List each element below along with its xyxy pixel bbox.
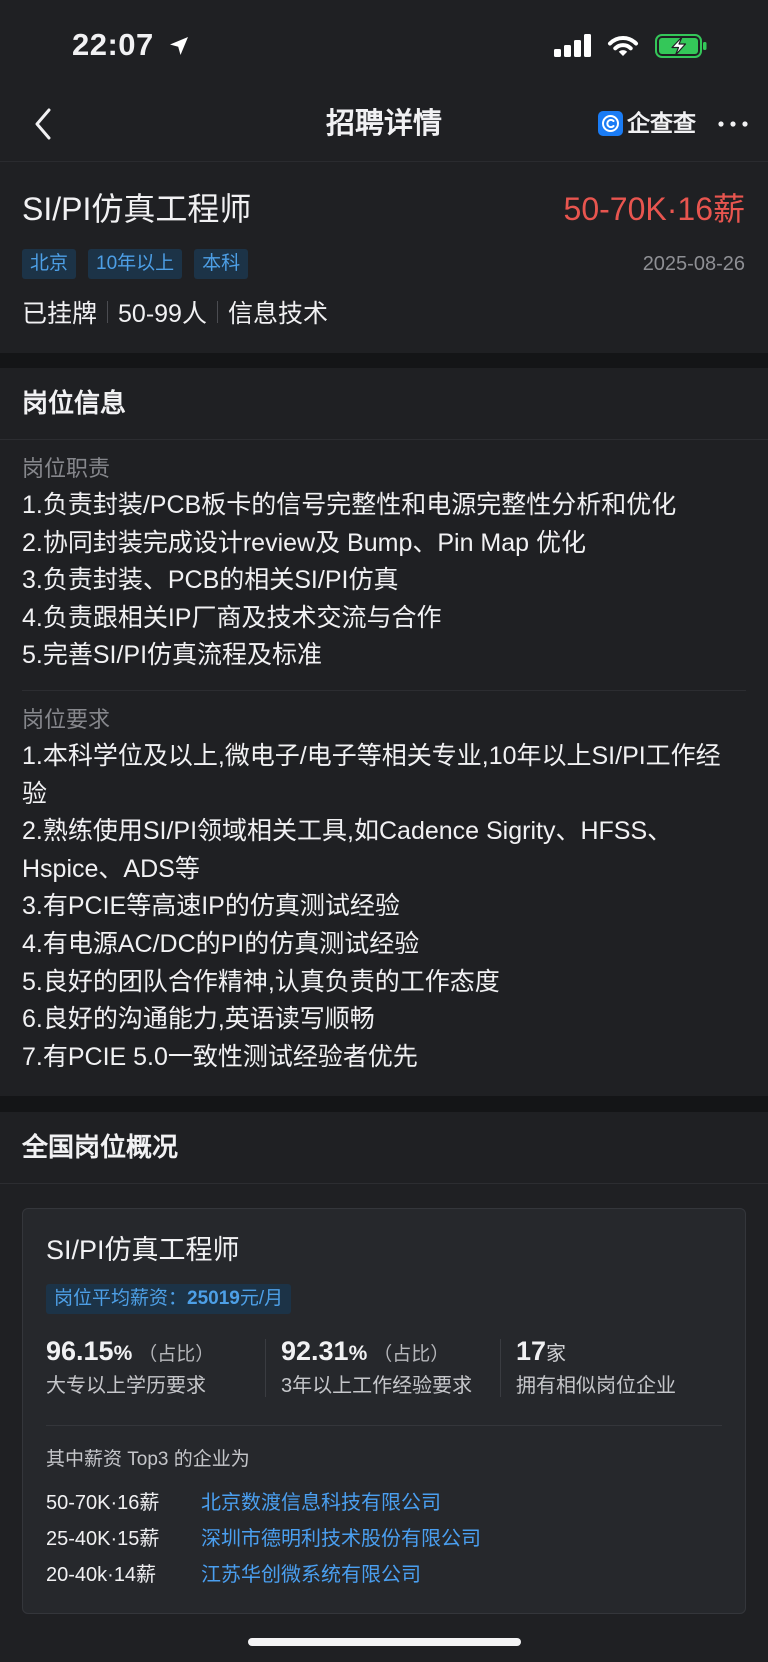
qichacha-logo-icon bbox=[598, 111, 623, 136]
stat-companies: 17家 拥有相似岗位企业 bbox=[516, 1333, 676, 1401]
nav-bar: 招聘详情 企查查 bbox=[0, 85, 768, 162]
avg-salary-value: 25019 bbox=[187, 1288, 240, 1310]
stat-education: 96.15% （占比） 大专以上学历要求 bbox=[46, 1333, 214, 1401]
section-heading-overview: 全国岗位概况 bbox=[0, 1112, 768, 1185]
duties-label: 岗位职责 bbox=[22, 456, 111, 481]
top-company-row: 25-40K·15薪 深圳市德明利技术股份有限公司 bbox=[46, 1521, 722, 1557]
separator bbox=[216, 301, 218, 323]
list-item: 6.良好的沟通能力,英语读写顺畅 bbox=[22, 1005, 375, 1034]
duties-block: 岗位职责 1.负责封装/PCB板卡的信号完整性和电源完整性分析和优化 2.协同封… bbox=[0, 440, 768, 690]
stat-divider bbox=[500, 1339, 501, 1398]
top3-label: 其中薪资 Top3 的企业为 bbox=[46, 1449, 250, 1471]
wifi-icon bbox=[608, 36, 638, 56]
section-heading-job-info: 岗位信息 bbox=[0, 368, 768, 440]
more-button[interactable] bbox=[716, 111, 750, 136]
section-gap bbox=[0, 1096, 768, 1113]
stat-desc: 大专以上学历要求 bbox=[46, 1375, 206, 1398]
list-item: 4.有电源AC/DC的PI的仿真测试经验 bbox=[22, 929, 420, 958]
more-dots-icon bbox=[718, 120, 748, 127]
list-item: 3.负责封装、PCB的相关SI/PI仿真 bbox=[22, 566, 399, 595]
company-info: 已挂牌 50-99人 信息技术 bbox=[22, 294, 745, 330]
separator bbox=[107, 301, 109, 323]
stat-note: （占比） bbox=[373, 1344, 450, 1366]
cellular-signal-icon bbox=[554, 34, 591, 57]
stat-value: 92.31 bbox=[281, 1336, 349, 1367]
stat-desc: 拥有相似岗位企业 bbox=[516, 1375, 676, 1398]
stat-note: （占比） bbox=[138, 1344, 215, 1366]
stat-experience: 92.31% （占比） 3年以上工作经验要求 bbox=[281, 1333, 472, 1401]
tag-education: 本科 bbox=[194, 249, 249, 279]
industry: 信息技术 bbox=[227, 300, 328, 328]
top-company-salary: 25-40K·15薪 bbox=[46, 1528, 160, 1551]
top-company-link[interactable]: 深圳市德明利技术股份有限公司 bbox=[201, 1521, 481, 1557]
status-time: 22:07 bbox=[72, 27, 154, 62]
tag-location: 北京 bbox=[22, 249, 77, 279]
list-item: 1.负责封装/PCB板卡的信号完整性和电源完整性分析和优化 bbox=[22, 491, 677, 519]
list-item: 3.有PCIE等高速IP的仿真测试经验 bbox=[22, 892, 400, 921]
list-item: 7.有PCIE 5.0一致性测试经验者优先 bbox=[22, 1042, 418, 1071]
brand-label: 企查查 bbox=[627, 110, 696, 136]
listing-status: 已挂牌 bbox=[22, 300, 98, 328]
company-size: 50-99人 bbox=[118, 300, 207, 328]
stat-unit: 家 bbox=[546, 1343, 567, 1366]
overview-card: SI/PI仿真工程师 岗位平均薪资：25019元/月 96.15% （占比） 大专… bbox=[22, 1208, 746, 1615]
stat-value: 96.15 bbox=[46, 1336, 114, 1367]
list-item: 5.完善SI/PI仿真流程及标准 bbox=[22, 641, 323, 670]
job-tags: 北京 10年以上 本科 bbox=[22, 249, 249, 279]
home-indicator[interactable] bbox=[248, 1638, 521, 1646]
avg-salary-unit: 元/月 bbox=[239, 1288, 284, 1310]
section-gap bbox=[0, 353, 768, 368]
job-header: SI/PI仿真工程师 50-70K·16薪 北京 10年以上 本科 2025-0… bbox=[0, 162, 768, 353]
stat-unit: % bbox=[348, 1342, 368, 1366]
card-title: SI/PI仿真工程师 bbox=[46, 1235, 240, 1266]
requirements-label: 岗位要求 bbox=[22, 706, 111, 732]
avg-salary-badge: 岗位平均薪资：25019元/月 bbox=[46, 1284, 292, 1315]
top-company-salary: 20-40k·14薪 bbox=[46, 1564, 157, 1587]
list-item: 2.协同封装完成设计review及 Bump、Pin Map 优化 bbox=[22, 528, 587, 557]
qichacha-link[interactable]: 企查查 bbox=[598, 111, 696, 136]
stat-divider bbox=[265, 1339, 266, 1398]
top-company-salary: 50-70K·16薪 bbox=[46, 1492, 160, 1515]
salary-range: 50-70K·16薪 bbox=[563, 191, 745, 227]
location-arrow-icon bbox=[170, 37, 188, 55]
stat-value: 17 bbox=[516, 1336, 547, 1367]
list-item: 2.熟练使用SI/PI领域相关工具,如Cadence Sigrity、HFSS、… bbox=[22, 817, 673, 883]
list-item: 1.本科学位及以上,微电子/电子等相关专业,10年以上SI/PI工作经验 bbox=[22, 741, 721, 808]
stat-desc: 3年以上工作经验要求 bbox=[281, 1375, 473, 1398]
top-company-row: 20-40k·14薪 江苏华创微系统有限公司 bbox=[46, 1557, 722, 1593]
job-info-section: 岗位信息 岗位职责 1.负责封装/PCB板卡的信号完整性和电源完整性分析和优化 … bbox=[0, 368, 768, 1096]
divider bbox=[46, 1425, 722, 1427]
top-company-link[interactable]: 江苏华创微系统有限公司 bbox=[201, 1557, 421, 1593]
top-company-link[interactable]: 北京数渡信息科技有限公司 bbox=[201, 1485, 441, 1521]
top-company-row: 50-70K·16薪 北京数渡信息科技有限公司 bbox=[46, 1485, 722, 1521]
post-date: 2025-08-26 bbox=[642, 252, 745, 275]
job-title: SI/PI仿真工程师 bbox=[22, 191, 252, 227]
status-bar: 22:07 bbox=[0, 0, 768, 85]
list-item: 4.负责跟相关IP厂商及技术交流与合作 bbox=[22, 603, 442, 632]
tag-experience: 10年以上 bbox=[88, 249, 183, 279]
list-item: 5.良好的团队合作精神,认真负责的工作态度 bbox=[22, 967, 500, 996]
stat-unit: % bbox=[113, 1342, 133, 1366]
battery-charging-icon bbox=[655, 34, 707, 58]
requirements-block: 岗位要求 1.本科学位及以上,微电子/电子等相关专业,10年以上SI/PI工作经… bbox=[0, 691, 768, 1096]
avg-salary-label: 岗位平均薪资： bbox=[54, 1288, 188, 1310]
overview-section: 全国岗位概况 SI/PI仿真工程师 岗位平均薪资：25019元/月 96.15%… bbox=[0, 1112, 768, 1615]
